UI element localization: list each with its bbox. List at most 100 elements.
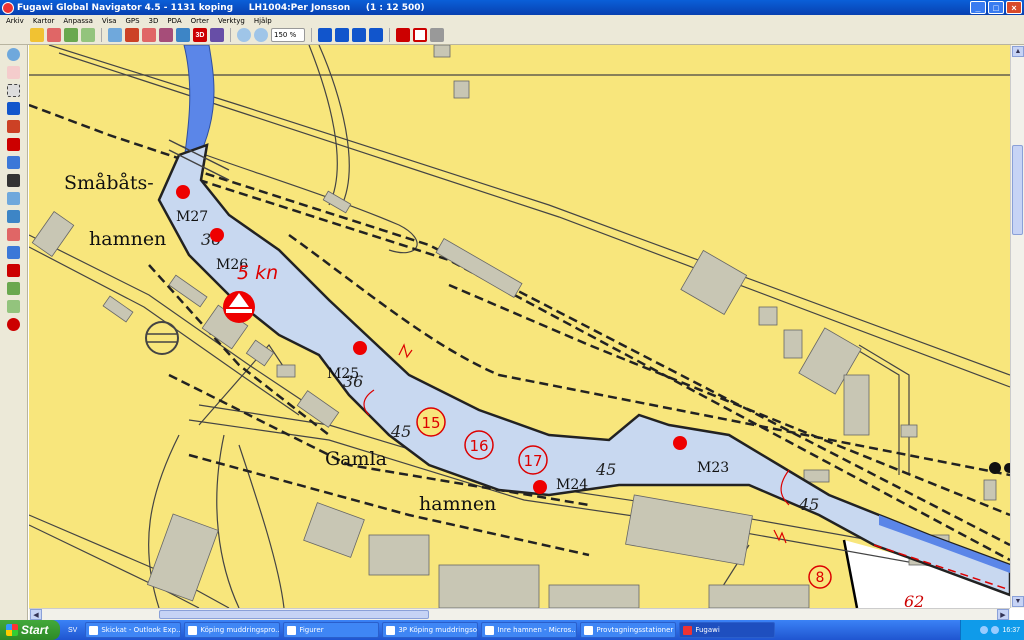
menu-arkiv[interactable]: Arkiv [6, 17, 24, 25]
folder-icon [287, 625, 297, 635]
task-3p-koping[interactable]: 3P Köping muddringso... [382, 622, 479, 638]
scroll-left-icon[interactable]: ◀ [30, 609, 42, 620]
arrow-down-icon[interactable] [369, 28, 383, 42]
network-icon[interactable] [980, 626, 989, 634]
3d-button[interactable]: 3D [193, 28, 207, 42]
clock[interactable]: 16:37 [1002, 627, 1020, 634]
menu-verktyg[interactable]: Verktyg [218, 17, 245, 25]
word-icon [485, 625, 495, 635]
folder-icon [188, 625, 198, 635]
fugawi-app-icon[interactable] [2, 1, 14, 14]
zoom-in-icon[interactable] [237, 28, 251, 42]
scroll-up-icon[interactable]: ▲ [1012, 46, 1024, 57]
select-icon[interactable] [7, 84, 20, 97]
horizontal-scroll-thumb[interactable] [159, 610, 429, 619]
copy-icon[interactable] [159, 28, 173, 42]
pen-icon[interactable] [7, 210, 20, 223]
map-canvas[interactable]: Småbåts- hamnen Gamla hamnen 36 36 45 45… [29, 45, 1010, 608]
task-label: Provtagningsstationer [596, 626, 674, 634]
window-icon[interactable] [176, 28, 190, 42]
text-icon[interactable] [7, 192, 20, 205]
point-icon[interactable] [7, 318, 20, 331]
vessel-hull [226, 309, 252, 313]
edit-icon[interactable] [7, 228, 20, 241]
route-icon[interactable] [64, 28, 78, 42]
waypoint-icon[interactable] [7, 120, 20, 133]
system-tray: 16:37 [960, 620, 1024, 640]
menu-visa[interactable]: Visa [102, 17, 117, 25]
scroll-down-icon[interactable]: ▼ [1012, 596, 1024, 607]
task-provtagning[interactable]: Provtagningsstationer [580, 622, 677, 638]
vertical-scroll-thumb[interactable] [1012, 145, 1023, 235]
horizontal-scrollbar[interactable]: ◀ ▶ [29, 608, 1010, 620]
menu-hjalp[interactable]: Hjälp [254, 17, 272, 25]
task-figurer[interactable]: Figurer [283, 622, 380, 638]
marker-label: M23 [697, 460, 729, 476]
menu-gps[interactable]: GPS [125, 17, 139, 25]
area-icon[interactable] [7, 282, 20, 295]
marker-m25[interactable] [353, 341, 367, 355]
task-inre-hamnen[interactable]: Inre hamnen - Micros... [481, 622, 578, 638]
anchor-icon[interactable] [430, 28, 444, 42]
menu-orter[interactable]: Orter [191, 17, 209, 25]
window-controls: _ □ × [970, 1, 1022, 14]
place-label-hamnen-upper: hamnen [89, 228, 166, 250]
buoy-label: 15 [421, 414, 440, 432]
line-icon[interactable] [7, 264, 20, 277]
speed-limit-label: 5 kn [237, 262, 278, 284]
settings-icon[interactable] [210, 28, 224, 42]
zoom-out-icon[interactable] [254, 28, 268, 42]
task-label: Fugawi [695, 626, 720, 634]
close-button[interactable]: × [1006, 1, 1022, 14]
track-icon[interactable] [81, 28, 95, 42]
hand-icon[interactable] [7, 66, 20, 79]
camera-icon[interactable] [7, 174, 20, 187]
arrow-right-icon[interactable] [335, 28, 349, 42]
nautical-chart[interactable]: Småbåts- hamnen Gamla hamnen 36 36 45 45… [29, 45, 1010, 608]
word-icon [386, 625, 396, 635]
volume-icon[interactable] [991, 626, 1000, 634]
minimize-button[interactable]: _ [970, 1, 986, 14]
print-icon[interactable] [142, 28, 156, 42]
task-label: 3P Köping muddringso... [398, 626, 479, 634]
task-fugawi[interactable]: Fugawi [679, 622, 776, 638]
arrow-left-icon[interactable] [318, 28, 332, 42]
menu-pda[interactable]: PDA [167, 17, 181, 25]
map-icon[interactable] [108, 28, 122, 42]
taskbar: Start SV Skickat - Outlook Exp... Köping… [0, 620, 1024, 640]
menu-anpassa[interactable]: Anpassa [63, 17, 93, 25]
track-tool-icon[interactable] [7, 156, 20, 169]
zoom-select[interactable]: 150 % [271, 28, 305, 42]
measure-icon[interactable] [7, 246, 20, 259]
marker-m26[interactable] [210, 228, 224, 242]
marker-label: M25 [327, 366, 359, 382]
open-icon[interactable] [30, 28, 44, 42]
pan-icon[interactable] [47, 28, 61, 42]
marker-m23[interactable] [673, 436, 687, 450]
help-icon[interactable] [7, 102, 20, 115]
route-tool-icon[interactable] [7, 138, 20, 151]
zoom-icon[interactable] [7, 48, 20, 61]
task-list: Skickat - Outlook Exp... Köping muddring… [85, 622, 776, 638]
layer-icon[interactable] [7, 300, 20, 313]
task-koping-muddring[interactable]: Köping muddringspro... [184, 622, 281, 638]
task-outlook[interactable]: Skickat - Outlook Exp... [85, 622, 182, 638]
stop-icon[interactable] [413, 28, 427, 42]
task-label: Köping muddringspro... [200, 626, 281, 634]
marker-m24[interactable] [533, 480, 547, 494]
scroll-right-icon[interactable]: ▶ [997, 609, 1009, 620]
marker-m27[interactable] [176, 185, 190, 199]
export-icon[interactable] [125, 28, 139, 42]
arrow-up-icon[interactable] [352, 28, 366, 42]
nav-icon[interactable] [396, 28, 410, 42]
language-indicator[interactable]: SV [68, 627, 77, 634]
menu-kartor[interactable]: Kartor [33, 17, 55, 25]
beacon-icon [989, 462, 1001, 474]
maximize-button[interactable]: □ [988, 1, 1004, 14]
toolbar-divider [389, 28, 390, 42]
toolbar-divider [311, 28, 312, 42]
fugawi-icon [683, 625, 693, 635]
start-button[interactable]: Start [0, 620, 60, 640]
menu-3d[interactable]: 3D [149, 17, 159, 25]
vertical-scrollbar[interactable]: ▲ ▼ [1010, 45, 1024, 608]
